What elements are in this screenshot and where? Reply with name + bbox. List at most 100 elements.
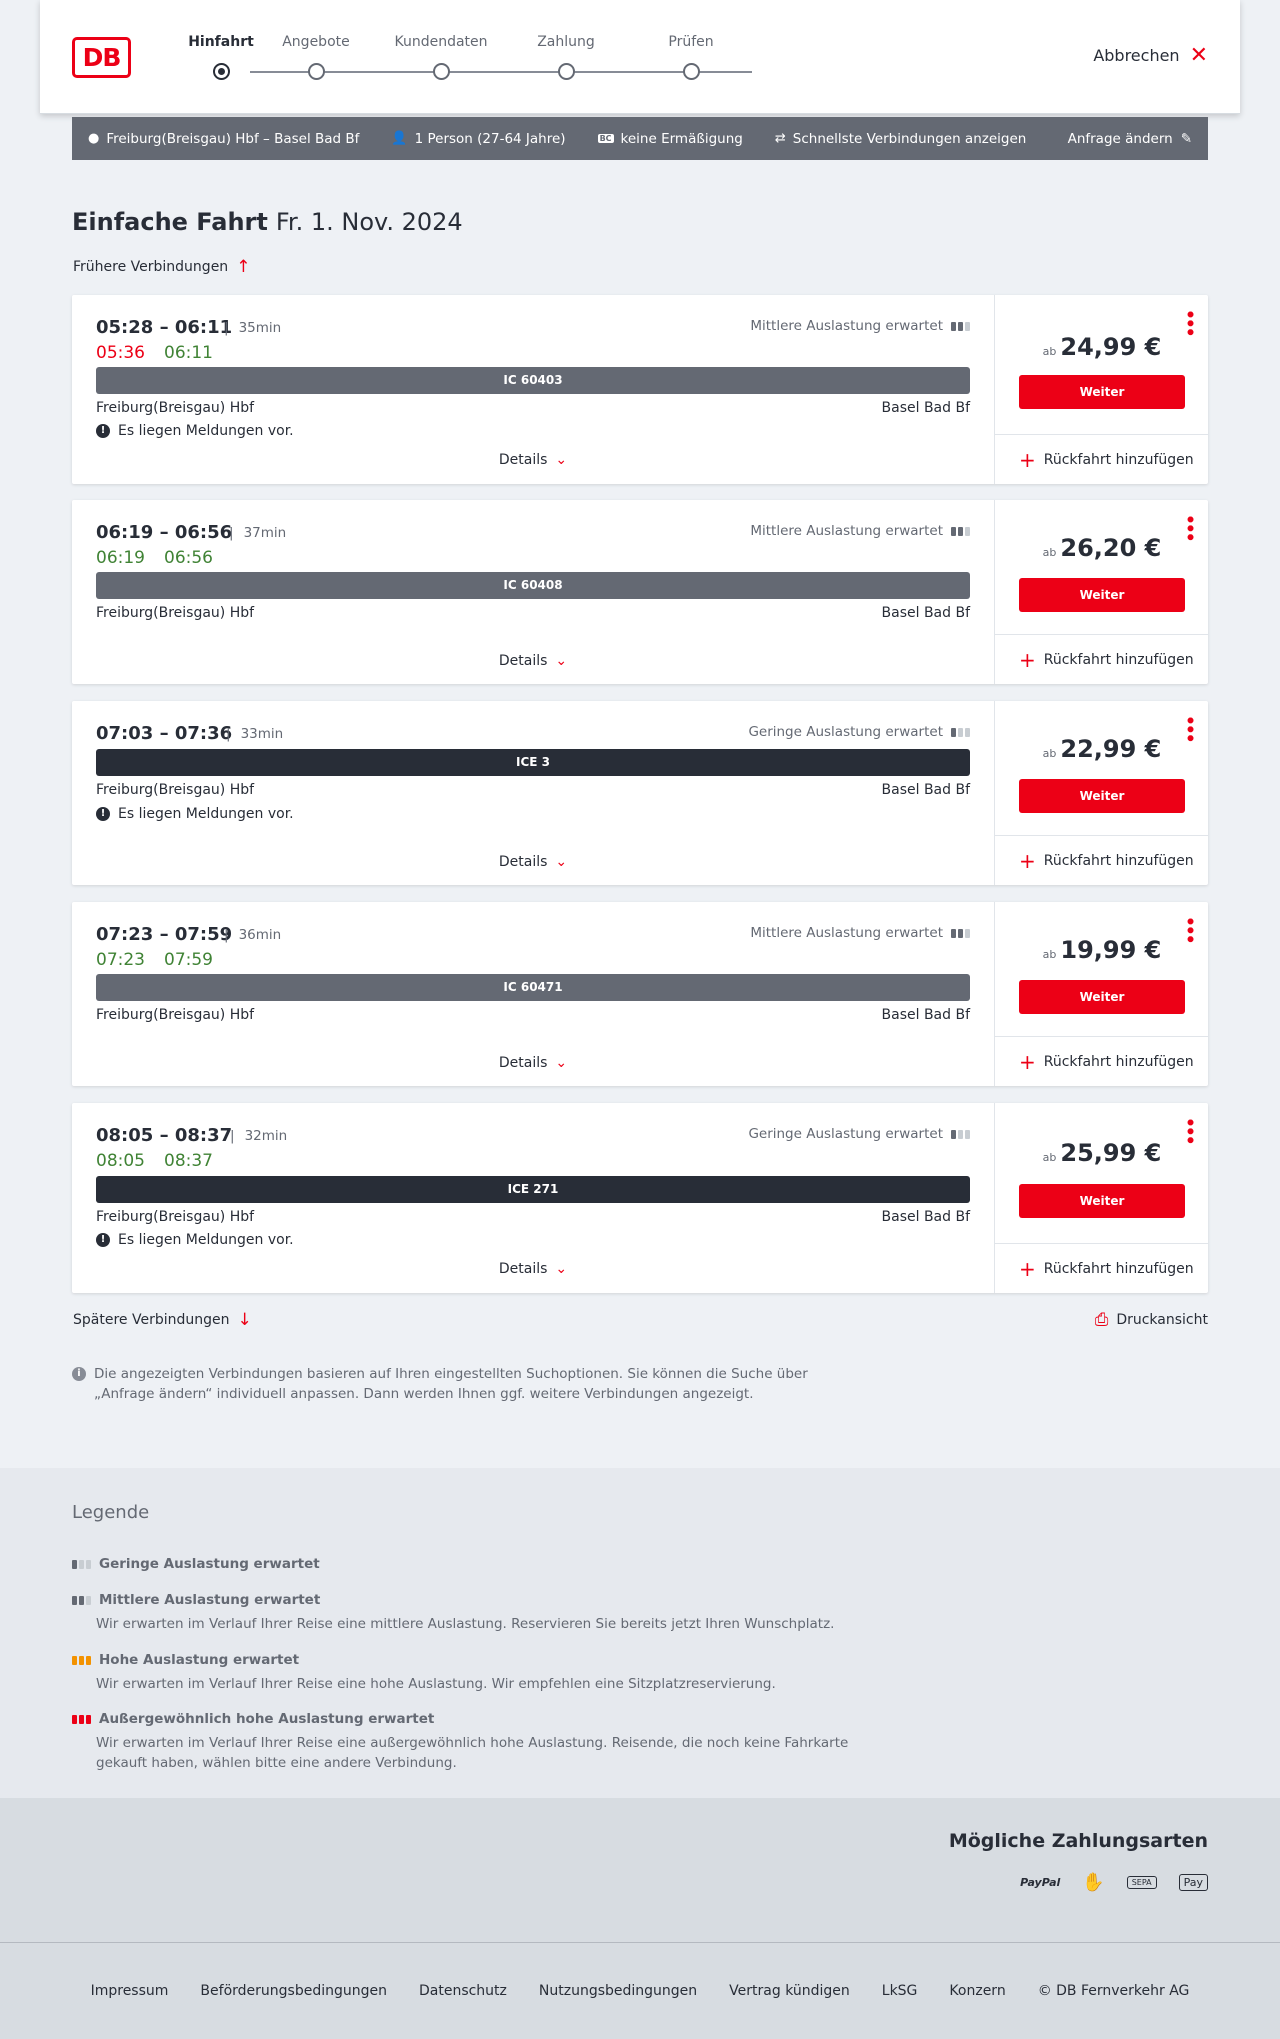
- payment-methods-section: Mögliche Zahlungsarten PayPal ✋ SEPA Pay: [0, 1798, 1280, 1943]
- more-options-icon[interactable]: •••: [1179, 309, 1199, 336]
- step-dot: [308, 63, 325, 80]
- origin-station: Freiburg(Breisgau) Hbf: [96, 400, 255, 416]
- info-icon: i: [72, 1367, 86, 1381]
- details-toggle[interactable]: Details ⌄: [72, 1055, 994, 1071]
- continue-button[interactable]: Weiter: [1019, 779, 1185, 813]
- occupancy-medium-icon: [951, 526, 970, 536]
- realtime-times: 05:36 06:11: [96, 343, 213, 363]
- cancel-button[interactable]: Abbrechen ✕: [1093, 44, 1208, 66]
- alert-icon: !: [96, 424, 110, 438]
- realtime-departure: 08:05: [96, 1151, 145, 1171]
- add-return-label: Rückfahrt hinzufügen: [1043, 1053, 1194, 1070]
- stations: Freiburg(Breisgau) Hbf Basel Bad Bf: [96, 1007, 970, 1023]
- occupancy-info: Mittlere Auslastung erwartet: [750, 925, 970, 941]
- stations: Freiburg(Breisgau) Hbf Basel Bad Bf: [96, 400, 970, 416]
- earlier-connections-link[interactable]: Frühere Verbindungen ↑: [73, 257, 250, 277]
- add-return-button[interactable]: + Rückfahrt hinzufügen: [995, 434, 1209, 484]
- stations: Freiburg(Breisgau) Hbf Basel Bad Bf: [96, 782, 970, 798]
- details-toggle[interactable]: Details ⌄: [72, 452, 994, 468]
- pencil-icon: ✎: [1180, 130, 1192, 147]
- details-label: Details: [498, 653, 548, 669]
- edit-request-button[interactable]: Anfrage ändern ✎: [1068, 131, 1192, 147]
- destination-station: Basel Bad Bf: [881, 400, 970, 416]
- arrow-down-icon: ↓: [237, 1310, 252, 1330]
- price-value: 24,99 €: [1060, 333, 1162, 361]
- connection-info: 07:23 – 07:59 36min 07:23 07:59 Mittlere …: [72, 902, 994, 1086]
- payment-methods-title: Mögliche Zahlungsarten: [948, 1830, 1208, 1852]
- details-label: Details: [498, 854, 548, 870]
- continue-button[interactable]: Weiter: [1019, 980, 1185, 1014]
- add-return-button[interactable]: + Rückfahrt hinzufügen: [995, 1243, 1209, 1293]
- price-panel: ••• ab 26,20 € Weiter + Rückfahrt hinzufüg…: [994, 500, 1209, 684]
- step-dot: [213, 63, 230, 80]
- location-pin-icon: ●: [88, 131, 100, 146]
- price-prefix: ab: [1042, 948, 1057, 961]
- realtime-times: 08:05 08:37: [96, 1151, 213, 1171]
- footer-link-konzern[interactable]: Konzern: [949, 1983, 1005, 1999]
- continue-button[interactable]: Weiter: [1019, 1184, 1185, 1218]
- legend-item-desc: Wir erwarten im Verlauf Ihrer Reise eine…: [96, 1616, 835, 1632]
- duration: 32min: [230, 1128, 288, 1144]
- route-info: ● Freiburg(Breisgau) Hbf – Basel Bad Bf: [88, 131, 359, 147]
- apple-pay-icon: Pay: [1178, 1874, 1208, 1891]
- details-toggle[interactable]: Details ⌄: [72, 1261, 994, 1277]
- title-main: Einfache Fahrt: [72, 208, 268, 236]
- continue-button[interactable]: Weiter: [1019, 578, 1185, 612]
- step-pruefen: Prüfen: [631, 34, 751, 80]
- legend-item-title: Außergewöhnlich hohe Auslastung erwartet: [99, 1711, 435, 1727]
- add-return-button[interactable]: + Rückfahrt hinzufügen: [995, 1036, 1209, 1086]
- cancel-label: Abbrechen: [1093, 46, 1180, 65]
- connection-card: 06:19 – 06:56 37min 06:19 06:56 Mittlere …: [72, 500, 1209, 684]
- destination-station: Basel Bad Bf: [881, 782, 970, 798]
- footer-link-lksg[interactable]: LkSG: [882, 1983, 918, 1999]
- realtime-arrival: 08:37: [164, 1151, 213, 1171]
- legend-item-title: Mittlere Auslastung erwartet: [99, 1592, 321, 1608]
- price-prefix: ab: [1042, 747, 1057, 760]
- page-title: Einfache Fahrt Fr. 1. Nov. 2024: [72, 208, 463, 236]
- realtime-departure: 07:23: [96, 950, 145, 970]
- occupancy-info: Mittlere Auslastung erwartet: [750, 318, 970, 334]
- occupancy-high-icon: [72, 1655, 91, 1665]
- later-connections-link[interactable]: Spätere Verbindungen ↓: [73, 1310, 252, 1330]
- chevron-down-icon: ⌄: [555, 653, 568, 669]
- earlier-label: Frühere Verbindungen: [73, 259, 229, 275]
- chevron-down-icon: ⌄: [555, 452, 568, 468]
- notice: ! Es liegen Meldungen vor.: [96, 423, 294, 439]
- continue-button[interactable]: Weiter: [1019, 375, 1185, 409]
- footer-link-datenschutz[interactable]: Datenschutz: [419, 1983, 507, 1999]
- creditcard-icon: ✋: [1082, 1872, 1105, 1893]
- planned-times: 06:19 – 06:56: [96, 522, 233, 543]
- origin-station: Freiburg(Breisgau) Hbf: [96, 605, 255, 621]
- chevron-down-icon: ⌄: [555, 1055, 568, 1071]
- planned-times: 05:28 – 06:11: [96, 317, 233, 338]
- occupancy-info: Geringe Auslastung erwartet: [748, 1126, 970, 1142]
- destination-station: Basel Bad Bf: [881, 1007, 970, 1023]
- fastest-toggle[interactable]: ⇄ Schnellste Verbindungen anzeigen: [775, 131, 1026, 147]
- origin-station: Freiburg(Breisgau) Hbf: [96, 1209, 255, 1225]
- step-label: Zahlung: [537, 34, 595, 50]
- occupancy-medium-icon: [951, 321, 970, 331]
- add-return-button[interactable]: + Rückfahrt hinzufügen: [995, 634, 1209, 684]
- footer-link-befoerderungsbedingungen[interactable]: Beförderungsbedingungen: [200, 1983, 387, 1999]
- connection-info: 06:19 – 06:56 37min 06:19 06:56 Mittlere …: [72, 500, 994, 684]
- print-view-link[interactable]: ⎙ Druckansicht: [1095, 1310, 1208, 1330]
- realtime-arrival: 06:11: [164, 343, 213, 363]
- payment-logos: PayPal ✋ SEPA Pay: [1020, 1872, 1208, 1893]
- note-text: Die angezeigten Verbindungen basieren au…: [94, 1366, 808, 1402]
- legend-title: Legende: [72, 1502, 150, 1523]
- footer-link-impressum[interactable]: Impressum: [91, 1983, 169, 1999]
- duration: 33min: [226, 726, 284, 742]
- legend-item-title: Hohe Auslastung erwartet: [99, 1652, 300, 1668]
- footer-link-vertrag-kuendigen[interactable]: Vertrag kündigen: [729, 1983, 850, 1999]
- details-toggle[interactable]: Details ⌄: [72, 653, 994, 669]
- edit-label: Anfrage ändern: [1067, 130, 1173, 147]
- occupancy-label: Geringe Auslastung erwartet: [748, 724, 943, 740]
- persons-label: 1 Person (27-64 Jahre): [414, 130, 566, 147]
- apple-pay-label: Pay: [1183, 1876, 1203, 1889]
- duration: 36min: [224, 927, 282, 943]
- db-logo[interactable]: DB: [72, 37, 131, 78]
- add-return-button[interactable]: + Rückfahrt hinzufügen: [995, 835, 1209, 885]
- footer-link-nutzungsbedingungen[interactable]: Nutzungsbedingungen: [539, 1983, 697, 1999]
- details-toggle[interactable]: Details ⌄: [72, 854, 994, 870]
- details-label: Details: [498, 452, 548, 468]
